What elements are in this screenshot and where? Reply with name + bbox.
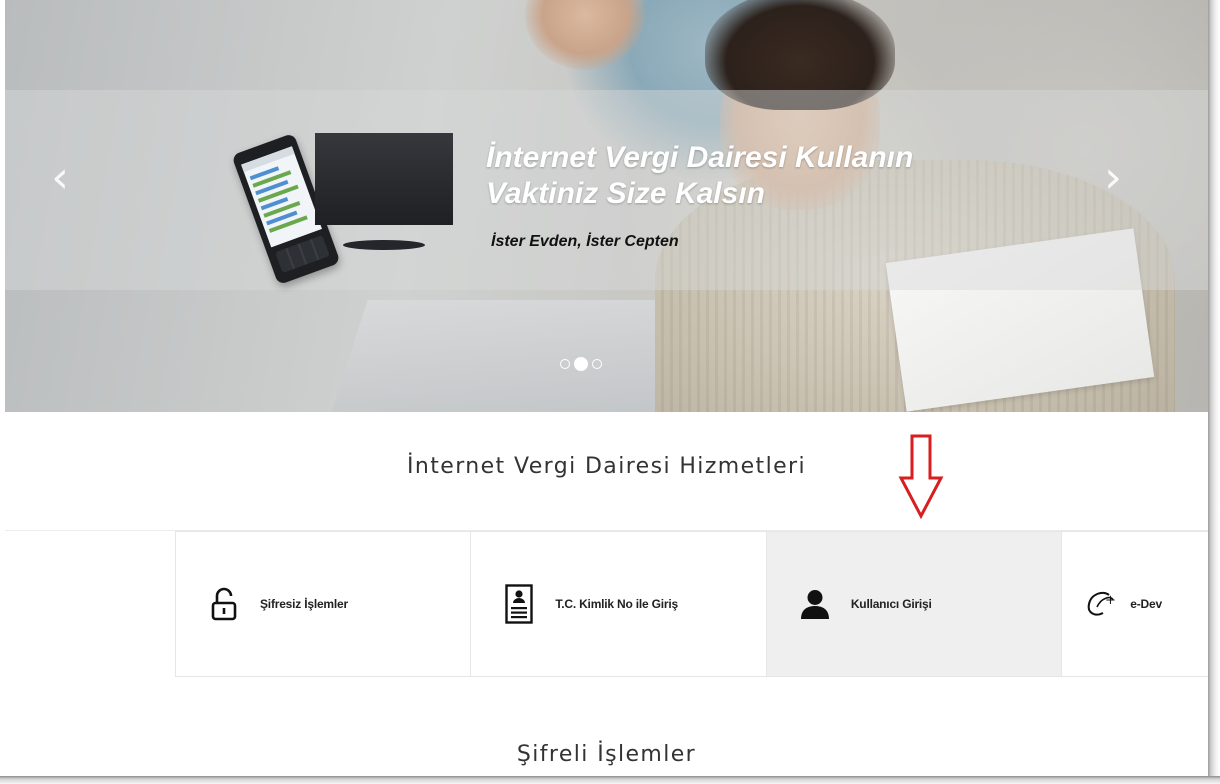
slider-next-button[interactable]: ›: [1098, 156, 1128, 200]
slider-dot-2[interactable]: [574, 357, 588, 371]
e-devlet-icon: +: [1084, 584, 1120, 624]
services-section-title: İnternet Vergi Dairesi Hizmetleri: [407, 454, 806, 479]
unlock-icon: [206, 584, 242, 624]
tile-kullanici-girisi[interactable]: Kullanıcı Girişi: [766, 532, 1063, 676]
tile-label: Kullanıcı Girişi: [850, 597, 932, 611]
svg-text:+: +: [1105, 593, 1116, 608]
tile-sifresiz-islemler[interactable]: Şifresiz İşlemler: [176, 532, 472, 676]
slider-pagination: [560, 357, 602, 371]
hero-subtitle: İster Evden, İster Cepten: [491, 233, 679, 250]
user-icon: [797, 584, 833, 624]
monitor-base: [343, 240, 425, 250]
page: İnternet Vergi Dairesi Kullanın Vaktiniz…: [5, 0, 1208, 776]
tile-tc-kimlik-giris[interactable]: T.C. Kimlik No ile Giriş: [471, 532, 767, 676]
tile-label: e-Dev: [1130, 597, 1162, 611]
id-card-icon: [501, 584, 537, 624]
slider-dot-1[interactable]: [560, 359, 570, 369]
tile-label: T.C. Kimlik No ile Giriş: [555, 597, 678, 611]
annotation-down-arrow-icon: [898, 434, 944, 520]
secure-section-title: Şifreli İşlemler: [516, 742, 697, 767]
services-tiles: Şifresiz İşlemler T.C. Kimlik No ile Gir…: [175, 531, 1208, 677]
window-frame-right: [1208, 0, 1220, 784]
hero-title: İnternet Vergi Dairesi Kullanın Vaktiniz…: [486, 141, 914, 210]
slider-prev-button[interactable]: ‹: [45, 156, 75, 200]
tile-label: Şifresiz İşlemler: [260, 597, 348, 611]
tile-e-devlet[interactable]: + e-Dev: [1062, 532, 1208, 676]
hero-slider: İnternet Vergi Dairesi Kullanın Vaktiniz…: [5, 0, 1208, 412]
monitor-stand: [315, 133, 453, 225]
window-frame-bottom: [0, 776, 1220, 784]
slider-dot-3[interactable]: [592, 359, 602, 369]
